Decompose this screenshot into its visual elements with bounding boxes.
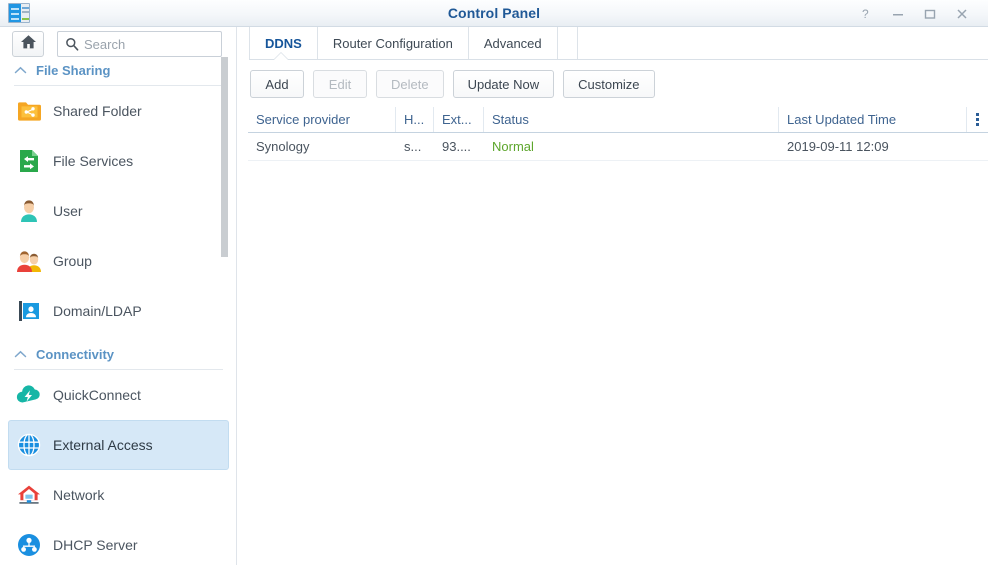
sidebar-section-title: File Sharing [36, 63, 111, 78]
column-header-label: H... [404, 112, 425, 127]
cell-service-provider: Synology [256, 139, 310, 154]
column-options-icon[interactable] [966, 107, 988, 132]
column-header-label: Ext... [442, 112, 472, 127]
sidebar-item-user[interactable]: User [8, 186, 229, 236]
table-header-row: Service provider H... Ext... Status Last… [248, 107, 988, 133]
sidebar-item-label: User [53, 203, 83, 219]
column-header-hostname[interactable]: H... [396, 107, 434, 132]
column-header-external-address[interactable]: Ext... [434, 107, 484, 132]
delete-button[interactable]: Delete [376, 70, 444, 98]
sidebar: File Sharing Shared Folder [0, 27, 237, 565]
cell-external-address: 93.... [442, 139, 471, 154]
column-header-service-provider[interactable]: Service provider [248, 107, 396, 132]
sidebar-item-file-services[interactable]: File Services [8, 136, 229, 186]
column-header-last-updated-time[interactable]: Last Updated Time [779, 107, 966, 132]
sidebar-item-domain-ldap[interactable]: Domain/LDAP [8, 286, 229, 336]
chevron-up-icon [14, 66, 27, 75]
sidebar-section-file-sharing[interactable]: File Sharing [14, 58, 223, 86]
sidebar-item-dhcp-server[interactable]: DHCP Server [8, 520, 229, 565]
sidebar-scroll-area: File Sharing Shared Folder File Services… [0, 58, 236, 565]
maximize-icon[interactable] [914, 0, 946, 27]
sidebar-item-group[interactable]: Group [8, 236, 229, 286]
add-button[interactable]: Add [250, 70, 304, 98]
sidebar-section-title: Connectivity [36, 347, 115, 362]
column-header-label: Service provider [256, 112, 350, 127]
main-content: DDNS Router Configuration Advanced Add E… [238, 27, 988, 565]
add-button-label: Add [265, 76, 289, 92]
home-icon [20, 34, 37, 55]
tab-underline [249, 59, 988, 60]
user-icon [15, 197, 43, 225]
sidebar-item-label: QuickConnect [53, 387, 141, 403]
tab-label: DDNS [265, 35, 302, 51]
quickconnect-icon [15, 381, 43, 409]
sidebar-item-label: File Services [53, 153, 134, 169]
cell-hostname: s... [404, 139, 422, 154]
customize-button[interactable]: Customize [563, 70, 655, 98]
action-toolbar: Add Edit Delete Update Now Customize [250, 70, 655, 98]
column-header-label: Last Updated Time [787, 112, 897, 127]
tab-label: Router Configuration [332, 35, 453, 51]
search-box[interactable] [57, 31, 222, 57]
sidebar-item-network[interactable]: Network [8, 470, 229, 520]
svg-text:?: ? [862, 7, 869, 20]
cell-last-updated-time: 2019-09-11 12:09 [787, 139, 889, 154]
tab-advanced[interactable]: Advanced [469, 27, 558, 59]
sidebar-item-label: Shared Folder [53, 103, 142, 119]
edit-button[interactable]: Edit [313, 70, 367, 98]
tab-bar-filler [558, 27, 578, 59]
sidebar-scrollbar[interactable] [221, 57, 228, 257]
dhcp-server-icon [15, 531, 43, 559]
window-titlebar: Control Panel ? [0, 0, 988, 27]
sidebar-item-label: Domain/LDAP [53, 303, 142, 319]
column-header-status[interactable]: Status [484, 107, 779, 132]
search-icon [65, 37, 79, 51]
edit-button-label: Edit [328, 76, 352, 92]
minimize-icon[interactable] [882, 0, 914, 27]
chevron-up-icon [14, 350, 27, 359]
tab-router-configuration[interactable]: Router Configuration [318, 27, 469, 59]
network-icon [15, 481, 43, 509]
sidebar-item-shared-folder[interactable]: Shared Folder [8, 86, 229, 136]
sidebar-item-label: Network [53, 487, 105, 503]
tab-bar: DDNS Router Configuration Advanced [249, 27, 578, 59]
close-icon[interactable] [946, 0, 978, 27]
shared-folder-icon [15, 97, 43, 125]
cell-status: Normal [492, 139, 534, 154]
external-access-icon [15, 431, 43, 459]
tab-label: Advanced [483, 35, 542, 51]
column-header-label: Status [492, 112, 529, 127]
window-title: Control Panel [447, 5, 541, 21]
table-row[interactable]: Synology s... 93.... Normal 2019-09-11 1… [248, 133, 988, 161]
window-controls: ? [850, 0, 978, 27]
sidebar-item-quickconnect[interactable]: QuickConnect [8, 370, 229, 420]
group-icon [15, 247, 43, 275]
file-services-icon [15, 147, 43, 175]
customize-button-label: Customize [578, 76, 640, 92]
sidebar-toolbar [0, 27, 236, 58]
delete-button-label: Delete [391, 76, 429, 92]
sidebar-item-label: External Access [53, 437, 153, 453]
help-icon[interactable]: ? [850, 0, 882, 27]
sidebar-item-label: Group [53, 253, 92, 269]
active-tab-indicator [274, 53, 288, 60]
search-input[interactable] [84, 36, 204, 52]
sidebar-item-label: DHCP Server [53, 537, 138, 553]
control-panel-window: Control Panel ? Search File Sharing Shar… [0, 0, 988, 565]
domain-ldap-icon [15, 297, 43, 325]
ddns-table: Service provider H... Ext... Status Last… [248, 107, 988, 161]
sidebar-section-connectivity[interactable]: Connectivity [14, 342, 223, 370]
home-button[interactable] [12, 31, 44, 57]
update-now-button-label: Update Now [467, 76, 540, 92]
update-now-button[interactable]: Update Now [452, 70, 555, 98]
sidebar-item-external-access[interactable]: External Access [8, 420, 229, 470]
